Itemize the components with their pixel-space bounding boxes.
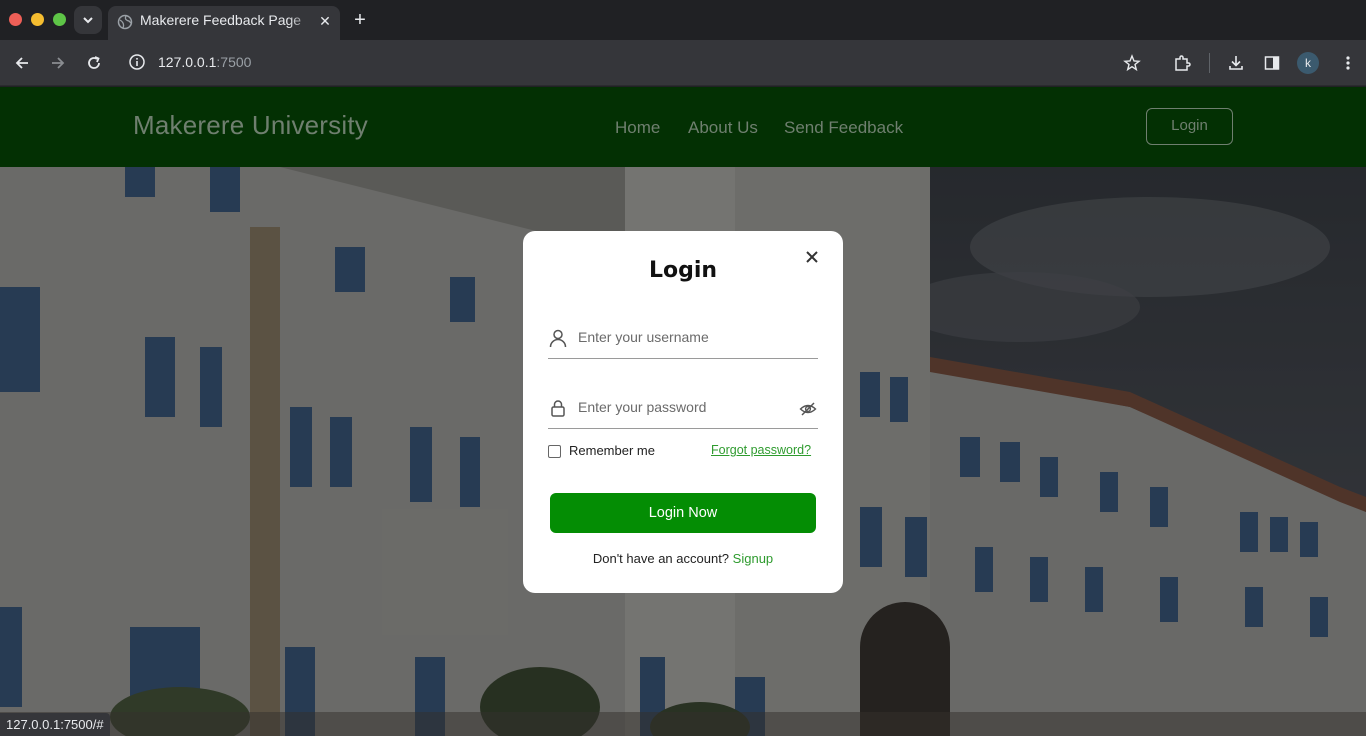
login-modal-title: Login <box>648 258 718 283</box>
nav-login-button[interactable]: Login <box>1146 108 1233 145</box>
tab-search-button[interactable] <box>74 6 102 34</box>
extensions-button[interactable] <box>1171 52 1193 74</box>
reload-icon <box>88 56 100 69</box>
tab-close-icon[interactable]: ✕ <box>316 13 334 31</box>
arrow-left-icon <box>15 57 28 69</box>
login-now-button[interactable]: Login Now <box>550 493 816 533</box>
lock-icon <box>551 400 565 417</box>
web-page: Makerere University Home About Us Send F… <box>0 87 1366 736</box>
nav-link-about[interactable]: About Us <box>688 118 758 138</box>
address-bar[interactable]: 127.0.0.1:7500 <box>158 54 251 70</box>
window-minimize-button[interactable] <box>31 13 44 26</box>
url-port: :7500 <box>216 54 252 70</box>
eye-slash-icon[interactable] <box>799 400 817 418</box>
site-navbar: Makerere University Home About Us Send F… <box>0 87 1366 167</box>
nav-link-send-feedback[interactable]: Send Feedback <box>784 118 903 138</box>
username-field <box>548 317 818 359</box>
side-panel-button[interactable] <box>1261 52 1283 74</box>
back-button[interactable] <box>11 52 33 74</box>
login-modal: Login Remember me Forgot password? Login… <box>523 231 843 593</box>
forgot-password-link[interactable]: Forgot password? <box>711 443 811 457</box>
side-panel-icon <box>1264 56 1280 70</box>
password-field <box>548 387 818 429</box>
info-icon[interactable] <box>128 53 146 71</box>
remember-me-checkbox[interactable] <box>548 445 561 458</box>
browser-tab-bar: Makerere Feedback Page ✕ + <box>0 0 1366 40</box>
site-brand[interactable]: Makerere University <box>133 110 368 141</box>
chevron-down-icon <box>83 17 93 24</box>
arrow-right-icon <box>52 57 65 69</box>
nav-link-home[interactable]: Home <box>615 118 660 138</box>
remember-me-label[interactable]: Remember me <box>569 443 655 458</box>
window-close-button[interactable] <box>9 13 22 26</box>
reload-button[interactable] <box>83 52 105 74</box>
signup-prompt: Don't have an account? Signup <box>523 551 843 566</box>
close-icon[interactable] <box>802 247 822 267</box>
toolbar-divider <box>1209 53 1210 73</box>
browser-toolbar: 127.0.0.1:7500 k <box>0 40 1366 86</box>
browser-menu-button[interactable] <box>1337 52 1359 74</box>
new-tab-button[interactable]: + <box>350 8 370 32</box>
downloads-button[interactable] <box>1225 52 1247 74</box>
tab-title-fade <box>288 6 316 40</box>
star-icon <box>1123 54 1141 72</box>
download-icon <box>1229 56 1243 70</box>
password-input[interactable] <box>578 395 793 419</box>
globe-icon <box>117 14 133 30</box>
puzzle-icon <box>1175 55 1191 71</box>
link-status-bar: 127.0.0.1:7500/# <box>0 713 110 736</box>
more-vertical-icon <box>1346 56 1350 70</box>
window-maximize-button[interactable] <box>53 13 66 26</box>
profile-avatar[interactable]: k <box>1297 52 1319 74</box>
signup-prompt-text: Don't have an account? <box>592 551 730 566</box>
bookmark-button[interactable] <box>1121 52 1143 74</box>
user-icon <box>549 329 567 348</box>
forward-button[interactable] <box>47 52 69 74</box>
username-input[interactable] <box>578 325 793 349</box>
signup-link[interactable]: Signup <box>733 551 773 566</box>
browser-tab-active[interactable]: Makerere Feedback Page ✕ <box>108 6 340 40</box>
url-host: 127.0.0.1 <box>158 54 217 70</box>
